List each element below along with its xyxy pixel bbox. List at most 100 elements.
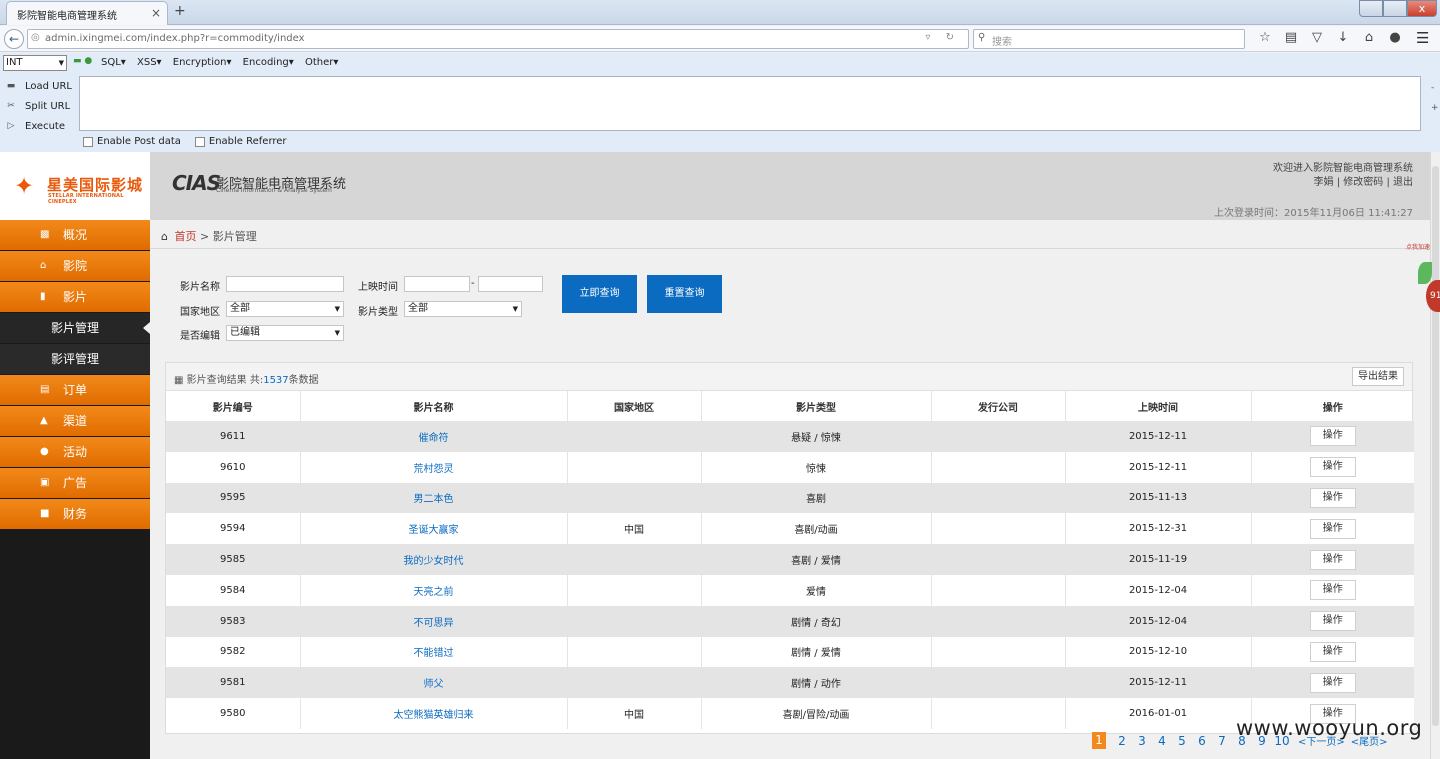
page-scrollbar[interactable] [1430, 152, 1440, 759]
release-end-input[interactable] [478, 276, 543, 292]
sidebar-item-ads[interactable]: ▣ 广告 [0, 468, 150, 498]
hamburger-menu-icon[interactable]: ☰ [1416, 29, 1429, 47]
cell-name[interactable]: 不能错过 [300, 636, 568, 668]
pocket-icon[interactable]: ▽ [1304, 30, 1330, 45]
hackbar-menu-encryption[interactable]: Encryption▾ [173, 57, 232, 68]
bookmark-star-icon[interactable]: ☆ [1252, 30, 1278, 45]
release-start-input[interactable] [404, 276, 470, 292]
table-row: 9582 不能错过 剧情 / 爱情 2015-12-10 操作 [166, 636, 1414, 668]
scrollbar-thumb[interactable] [1432, 166, 1439, 726]
hackbar-side-controls[interactable]: - + [1431, 78, 1439, 118]
sidebar-item-activities[interactable]: ● 活动 [0, 437, 150, 467]
sidebar-item-finance[interactable]: ■ 财务 [0, 499, 150, 529]
split-url-button[interactable]: ✂ Split URL [2, 96, 72, 116]
row-action-button[interactable]: 操作 [1309, 549, 1356, 570]
post-data-checkbox[interactable] [83, 136, 93, 147]
reading-list-icon[interactable]: ▤ [1278, 30, 1304, 45]
execute-label: Execute [25, 120, 65, 132]
browser-tab-bar: 影院智能电商管理系统 × + x [0, 0, 1440, 25]
chart-icon: ▩ [40, 229, 50, 240]
sidebar-subitem-review-management[interactable]: 影评管理 [0, 344, 150, 374]
chat-icon[interactable]: ● [1382, 30, 1408, 45]
back-arrow-icon[interactable]: ← [4, 29, 24, 49]
export-results-button[interactable]: 导出结果 [1352, 367, 1404, 386]
sidebar-item-cinema[interactable]: ⌂ 影院 [0, 251, 150, 281]
hackbar-url-textarea[interactable] [79, 76, 1421, 131]
cell-name[interactable]: 师父 [300, 667, 568, 699]
logo-cn-text: 星美国际影城 [47, 176, 144, 194]
hackbar-menu-encoding[interactable]: Encoding▾ [243, 57, 294, 68]
cell-name[interactable]: 圣诞大赢家 [300, 513, 568, 545]
row-action-button[interactable]: 操作 [1309, 672, 1356, 693]
browser-tab[interactable]: 影院智能电商管理系统 × [6, 1, 168, 25]
page-link[interactable]: 2 [1112, 734, 1132, 748]
sidebar-item-orders[interactable]: ▤ 订单 [0, 375, 150, 405]
search-input[interactable]: ⚲ 搜索 [973, 29, 1245, 49]
query-button[interactable]: 立即查询 [562, 275, 637, 313]
row-action-button[interactable]: 操作 [1309, 518, 1356, 539]
column-header-id: 影片编号 [166, 391, 301, 421]
sidebar-item-film[interactable]: ▮ 影片 [0, 282, 150, 312]
breadcrumb: ⌂ 首页 > 影片管理 [150, 220, 1430, 249]
hackbar-menu-xss[interactable]: XSS▾ [137, 57, 162, 68]
page-link[interactable]: 3 [1132, 734, 1152, 748]
url-bar[interactable]: ◎ admin.ixingmei.com/index.php?r=commodi… [27, 29, 969, 49]
cell-name[interactable]: 我的少女时代 [300, 544, 568, 575]
cell-name[interactable]: 天亮之前 [300, 574, 568, 606]
row-action-button[interactable]: 操作 [1309, 641, 1356, 662]
home-icon[interactable]: ⌂ [1356, 30, 1382, 45]
sidebar-item-overview[interactable]: ▩ 概况 [0, 220, 150, 250]
row-action-button[interactable]: 操作 [1309, 580, 1356, 601]
user-links[interactable]: 李娟 | 修改密码 | 退出 [1273, 176, 1413, 190]
download-icon[interactable]: ↓ [1330, 30, 1356, 45]
page-link[interactable]: 6 [1192, 734, 1212, 748]
split-url-label: Split URL [25, 100, 71, 112]
breadcrumb-current: 影片管理 [212, 230, 257, 243]
watermark: www.wooyun.org [1236, 716, 1423, 740]
page-current[interactable]: 1 [1092, 732, 1106, 749]
film-name-input[interactable] [226, 276, 344, 292]
search-icon: ⚲ [978, 32, 986, 43]
edited-select[interactable]: 已编辑 ▼ [226, 325, 344, 341]
region-select[interactable]: 全部 ▼ [226, 301, 344, 317]
cell-name[interactable]: 不可思异 [300, 605, 568, 637]
row-action-button[interactable]: 操作 [1309, 611, 1356, 632]
cell-name[interactable]: 男二本色 [300, 482, 568, 514]
window-minimize-button[interactable] [1359, 0, 1383, 17]
page-link[interactable]: 5 [1172, 734, 1192, 748]
window-maximize-button[interactable] [1383, 0, 1407, 17]
execute-button[interactable]: ▷ Execute [2, 116, 72, 136]
load-url-button[interactable]: ▬ Load URL [2, 76, 72, 96]
row-action-button[interactable]: 操作 [1309, 426, 1356, 447]
referrer-checkbox[interactable] [194, 136, 205, 147]
window-close-button[interactable]: x [1407, 0, 1437, 17]
cell-name[interactable]: 太空熊猫英雄归来 [300, 698, 568, 729]
hackbar-menu-sql[interactable]: SQL▾ [101, 57, 126, 68]
reset-button[interactable]: 重置查询 [647, 275, 722, 313]
url-text: admin.ixingmei.com/index.php?r=commodity… [45, 33, 305, 44]
main-content: ⌂ 首页 > 影片管理 影片名称 上映时间 - 国家地区 全部 ▼ 影片类型 全部… [150, 220, 1430, 759]
cell-name[interactable]: 荒村怨灵 [300, 451, 568, 483]
cell-id: 9580 [166, 698, 301, 729]
breadcrumb-home[interactable]: 首页 [174, 230, 196, 243]
hackbar-toggle-icon[interactable]: ▬ ● [73, 56, 92, 66]
tab-close-icon[interactable]: × [151, 6, 161, 20]
hackbar-menu-other[interactable]: Other▾ [305, 57, 338, 68]
page-link[interactable]: 7 [1212, 734, 1232, 748]
reload-icon[interactable]: ▿ ↻ [925, 32, 960, 43]
row-action-button[interactable]: 操作 [1309, 487, 1356, 508]
sidebar-subitem-film-management[interactable]: 影片管理 [0, 313, 150, 343]
row-action-button[interactable]: 操作 [1309, 457, 1356, 478]
table-row: 9583 不可思异 剧情 / 奇幻 2015-12-04 操作 [166, 605, 1414, 637]
globe-icon: ◎ [31, 32, 40, 43]
home-icon: ⌂ [161, 230, 168, 243]
cell-name[interactable]: 催命符 [300, 421, 568, 452]
cell-type: 惊悚 [701, 451, 932, 483]
hackbar-type-select[interactable]: INT ▼ [3, 55, 67, 71]
column-header-company: 发行公司 [931, 391, 1066, 421]
new-tab-button[interactable]: + [174, 3, 186, 19]
film-type-select[interactable]: 全部 ▼ [404, 301, 522, 317]
cell-id: 9611 [166, 421, 301, 452]
page-link[interactable]: 4 [1152, 734, 1172, 748]
sidebar-item-channels[interactable]: ▲ 渠道 [0, 406, 150, 436]
